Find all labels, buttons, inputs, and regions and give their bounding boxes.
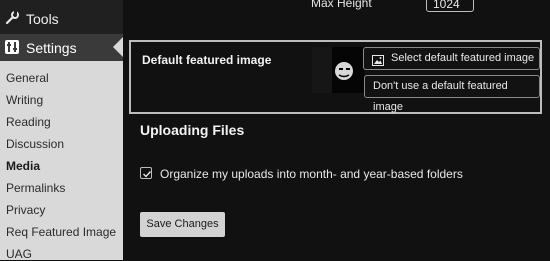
select-default-featured-image-button[interactable]: Select default featured image (363, 47, 540, 70)
submenu-item-discussion[interactable]: Discussion (6, 137, 64, 151)
settings-sliders-icon (5, 40, 19, 54)
settings-submenu: General Writing Reading Discussion Media… (0, 61, 123, 261)
submenu-item-media[interactable]: Media (6, 159, 40, 173)
sidebar-item-label: Settings (26, 40, 77, 56)
wrench-icon (5, 11, 19, 25)
sidebar-item-label: Tools (26, 11, 59, 27)
checkmark-icon (143, 171, 152, 178)
admin-sidebar: Tools Settings General Writing Reading D… (0, 0, 123, 261)
max-height-input[interactable]: 1024 (426, 0, 474, 12)
submenu-item-writing[interactable]: Writing (6, 93, 43, 107)
default-featured-image-title: Default featured image (142, 53, 272, 67)
organize-uploads-checkbox[interactable] (140, 167, 152, 179)
max-height-label: Max Height (311, 0, 372, 10)
save-changes-button[interactable]: Save Changes (140, 212, 225, 237)
button-label: Don't use a default featured image (373, 80, 508, 113)
submenu-item-uag[interactable]: UAG (6, 247, 32, 261)
settings-main: Max Height 1024 Default featured image S… (123, 0, 550, 260)
submenu-item-privacy[interactable]: Privacy (6, 203, 45, 217)
button-label: Select default featured image (391, 52, 535, 64)
submenu-item-reading[interactable]: Reading (6, 115, 51, 129)
submenu-item-req-featured-image[interactable]: Req Featured Image (6, 225, 116, 239)
remove-default-featured-image-button[interactable]: Don't use a default featured image (364, 75, 540, 113)
sidebar-item-tools[interactable]: Tools (0, 0, 123, 34)
organize-uploads-label[interactable]: Organize my uploads into month- and year… (160, 167, 463, 181)
default-featured-image-preview (312, 47, 364, 93)
current-menu-indicator (113, 37, 123, 57)
sidebar-item-settings[interactable]: Settings (0, 34, 123, 61)
submenu-item-general[interactable]: General (6, 71, 49, 85)
uploading-files-heading: Uploading Files (140, 122, 245, 138)
image-icon (372, 53, 384, 66)
submenu-item-permalinks[interactable]: Permalinks (6, 181, 65, 195)
